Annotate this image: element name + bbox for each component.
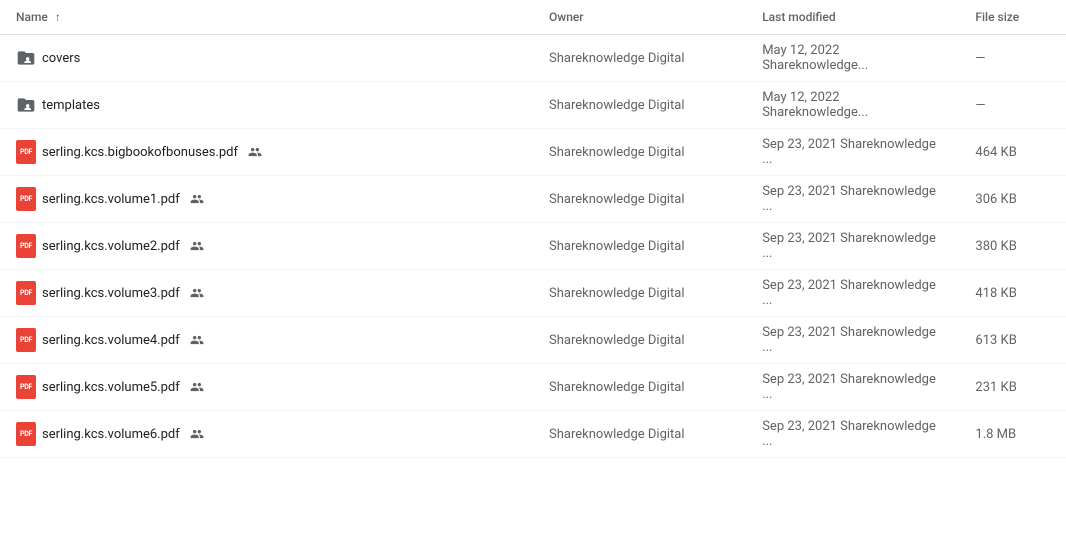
modified-cell: Sep 23, 2021 Shareknowledge ... [746, 129, 959, 176]
size-cell: 231 KB [959, 364, 1066, 411]
shared-icon [190, 286, 204, 300]
owner-cell: Shareknowledge Digital [533, 364, 746, 411]
modified-column-header[interactable]: Last modified [746, 0, 959, 35]
table-row[interactable]: covers Shareknowledge DigitalMay 12, 2022… [0, 35, 1066, 82]
modified-cell: May 12, 2022 Shareknowledge... [746, 82, 959, 129]
size-cell: 418 KB [959, 270, 1066, 317]
name-cell: PDF serling.kcs.volume2.pdf [0, 223, 533, 270]
shared-icon [190, 192, 204, 206]
owner-column-header[interactable]: Owner [533, 0, 746, 35]
file-name: serling.kcs.volume4.pdf [42, 333, 180, 348]
name-cell: PDF serling.kcs.volume6.pdf [0, 411, 533, 458]
pdf-icon: PDF [16, 140, 36, 164]
modified-cell: Sep 23, 2021 Shareknowledge ... [746, 317, 959, 364]
pdf-icon: PDF [16, 422, 36, 446]
file-name: covers [42, 51, 80, 66]
name-cell: PDF serling.kcs.volume3.pdf [0, 270, 533, 317]
shared-icon [190, 239, 204, 253]
pdf-icon: PDF [16, 234, 36, 258]
size-cell: 464 KB [959, 129, 1066, 176]
name-cell: PDF serling.kcs.volume4.pdf [0, 317, 533, 364]
shared-icon [190, 333, 204, 347]
pdf-icon: PDF [16, 281, 36, 305]
modified-cell: May 12, 2022 Shareknowledge... [746, 35, 959, 82]
table-row[interactable]: PDF serling.kcs.volume3.pdf Shareknowledg… [0, 270, 1066, 317]
modified-cell: Sep 23, 2021 Shareknowledge ... [746, 411, 959, 458]
file-name: templates [42, 98, 100, 113]
file-name: serling.kcs.volume2.pdf [42, 239, 180, 254]
name-column-header[interactable]: Name ↑ [0, 0, 533, 35]
modified-cell: Sep 23, 2021 Shareknowledge ... [746, 364, 959, 411]
table-row[interactable]: PDF serling.kcs.volume4.pdf Shareknowledg… [0, 317, 1066, 364]
owner-cell: Shareknowledge Digital [533, 317, 746, 364]
folder-icon [16, 48, 36, 68]
owner-cell: Shareknowledge Digital [533, 82, 746, 129]
file-name: serling.kcs.volume3.pdf [42, 286, 180, 301]
file-name: serling.kcs.volume1.pdf [42, 192, 180, 207]
shared-icon [190, 427, 204, 441]
modified-cell: Sep 23, 2021 Shareknowledge ... [746, 223, 959, 270]
size-cell: 306 KB [959, 176, 1066, 223]
table-row[interactable]: PDF serling.kcs.volume5.pdf Shareknowledg… [0, 364, 1066, 411]
pdf-icon: PDF [16, 187, 36, 211]
table-row[interactable]: PDF serling.kcs.bigbookofbonuses.pdf Shar… [0, 129, 1066, 176]
size-header-label: File size [975, 10, 1019, 24]
modified-cell: Sep 23, 2021 Shareknowledge ... [746, 176, 959, 223]
table-row[interactable]: PDF serling.kcs.volume2.pdf Shareknowledg… [0, 223, 1066, 270]
sort-ascending-icon: ↑ [55, 10, 61, 24]
owner-cell: Shareknowledge Digital [533, 176, 746, 223]
table-row[interactable]: PDF serling.kcs.volume1.pdf Shareknowledg… [0, 176, 1066, 223]
shared-icon [248, 145, 262, 159]
owner-header-label: Owner [549, 10, 584, 24]
name-cell: PDF serling.kcs.volume1.pdf [0, 176, 533, 223]
modified-header-label: Last modified [762, 10, 835, 24]
owner-cell: Shareknowledge Digital [533, 129, 746, 176]
size-cell: — [959, 35, 1066, 82]
table-header-row: Name ↑ Owner Last modified File size [0, 0, 1066, 35]
file-name: serling.kcs.volume6.pdf [42, 427, 180, 442]
file-list-table: Name ↑ Owner Last modified File size cov… [0, 0, 1066, 458]
size-column-header[interactable]: File size [959, 0, 1066, 35]
owner-cell: Shareknowledge Digital [533, 223, 746, 270]
table-row[interactable]: PDF serling.kcs.volume6.pdf Shareknowledg… [0, 411, 1066, 458]
size-cell: 380 KB [959, 223, 1066, 270]
name-header-label: Name [16, 10, 48, 24]
folder-icon [16, 95, 36, 115]
file-name: serling.kcs.volume5.pdf [42, 380, 180, 395]
pdf-icon: PDF [16, 375, 36, 399]
size-cell: — [959, 82, 1066, 129]
owner-cell: Shareknowledge Digital [533, 35, 746, 82]
owner-cell: Shareknowledge Digital [533, 270, 746, 317]
file-name: serling.kcs.bigbookofbonuses.pdf [42, 145, 238, 160]
name-cell: templates [0, 82, 533, 129]
name-cell: PDF serling.kcs.volume5.pdf [0, 364, 533, 411]
name-cell: PDF serling.kcs.bigbookofbonuses.pdf [0, 129, 533, 176]
pdf-icon: PDF [16, 328, 36, 352]
size-cell: 1.8 MB [959, 411, 1066, 458]
modified-cell: Sep 23, 2021 Shareknowledge ... [746, 270, 959, 317]
size-cell: 613 KB [959, 317, 1066, 364]
owner-cell: Shareknowledge Digital [533, 411, 746, 458]
name-cell: covers [0, 35, 533, 82]
shared-icon [190, 380, 204, 394]
table-row[interactable]: templates Shareknowledge DigitalMay 12, 2… [0, 82, 1066, 129]
